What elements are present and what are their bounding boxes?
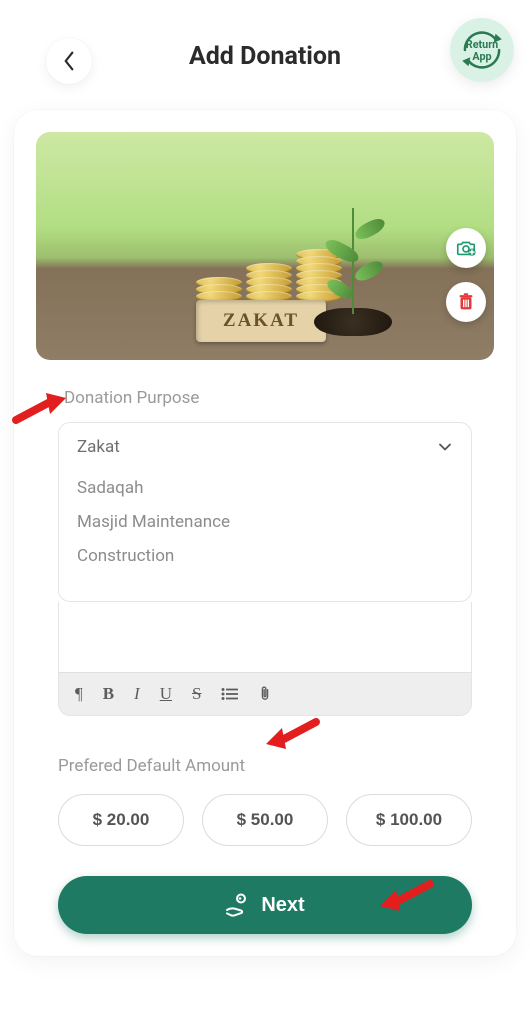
- dropdown-option[interactable]: Construction: [77, 539, 453, 573]
- main-card: ZAKAT: [14, 110, 516, 956]
- plant-decoration: [314, 308, 392, 336]
- editor-input[interactable]: [58, 602, 472, 672]
- donation-purpose-dropdown: Zakat Sadaqah Masjid Maintenance Constru…: [58, 422, 472, 602]
- chevron-down-icon: [437, 439, 453, 455]
- amount-option-2[interactable]: $ 50.00: [202, 794, 328, 846]
- dropdown-selected-value: Zakat: [77, 437, 120, 457]
- default-amount-label: Prefered Default Amount: [58, 756, 494, 776]
- toolbar-bold-button[interactable]: B: [103, 684, 114, 704]
- add-photo-button[interactable]: [446, 228, 486, 268]
- header: Add Donation Return App: [14, 24, 516, 88]
- donation-purpose-select[interactable]: Zakat: [59, 423, 471, 471]
- annotation-arrow: [10, 392, 70, 426]
- return-app-button[interactable]: Return App: [450, 18, 514, 82]
- amount-option-1[interactable]: $ 20.00: [58, 794, 184, 846]
- chevron-left-icon: [62, 51, 76, 71]
- return-app-icon: Return App: [455, 23, 509, 77]
- amount-options: $ 20.00 $ 50.00 $ 100.00: [58, 794, 472, 846]
- next-button[interactable]: Next: [58, 876, 472, 934]
- hero-plaque: ZAKAT: [196, 300, 326, 342]
- toolbar-underline-button[interactable]: U: [160, 684, 172, 704]
- annotation-arrow: [262, 716, 322, 750]
- editor-toolbar: ¶ B I U S: [58, 672, 472, 716]
- toolbar-italic-button[interactable]: I: [134, 684, 140, 704]
- hero-image: ZAKAT: [36, 132, 494, 360]
- amount-option-3[interactable]: $ 100.00: [346, 794, 472, 846]
- dropdown-option[interactable]: Sadaqah: [77, 471, 453, 505]
- list-icon: [221, 687, 239, 701]
- toolbar-strike-button[interactable]: S: [192, 684, 201, 704]
- svg-text:App: App: [472, 50, 491, 63]
- donate-hand-icon: [225, 892, 251, 918]
- camera-add-icon: [455, 237, 477, 259]
- dropdown-option[interactable]: Masjid Maintenance: [77, 505, 453, 539]
- paperclip-icon: [259, 685, 271, 703]
- toolbar-attach-button[interactable]: [259, 685, 271, 703]
- trash-icon: [455, 291, 477, 313]
- toolbar-list-button[interactable]: [221, 687, 239, 701]
- toolbar-paragraph-button[interactable]: ¶: [75, 684, 83, 704]
- delete-photo-button[interactable]: [446, 282, 486, 322]
- next-button-label: Next: [261, 894, 304, 917]
- donation-purpose-label: Donation Purpose: [64, 388, 494, 408]
- back-button[interactable]: [46, 38, 92, 84]
- page-title: Add Donation: [189, 42, 341, 71]
